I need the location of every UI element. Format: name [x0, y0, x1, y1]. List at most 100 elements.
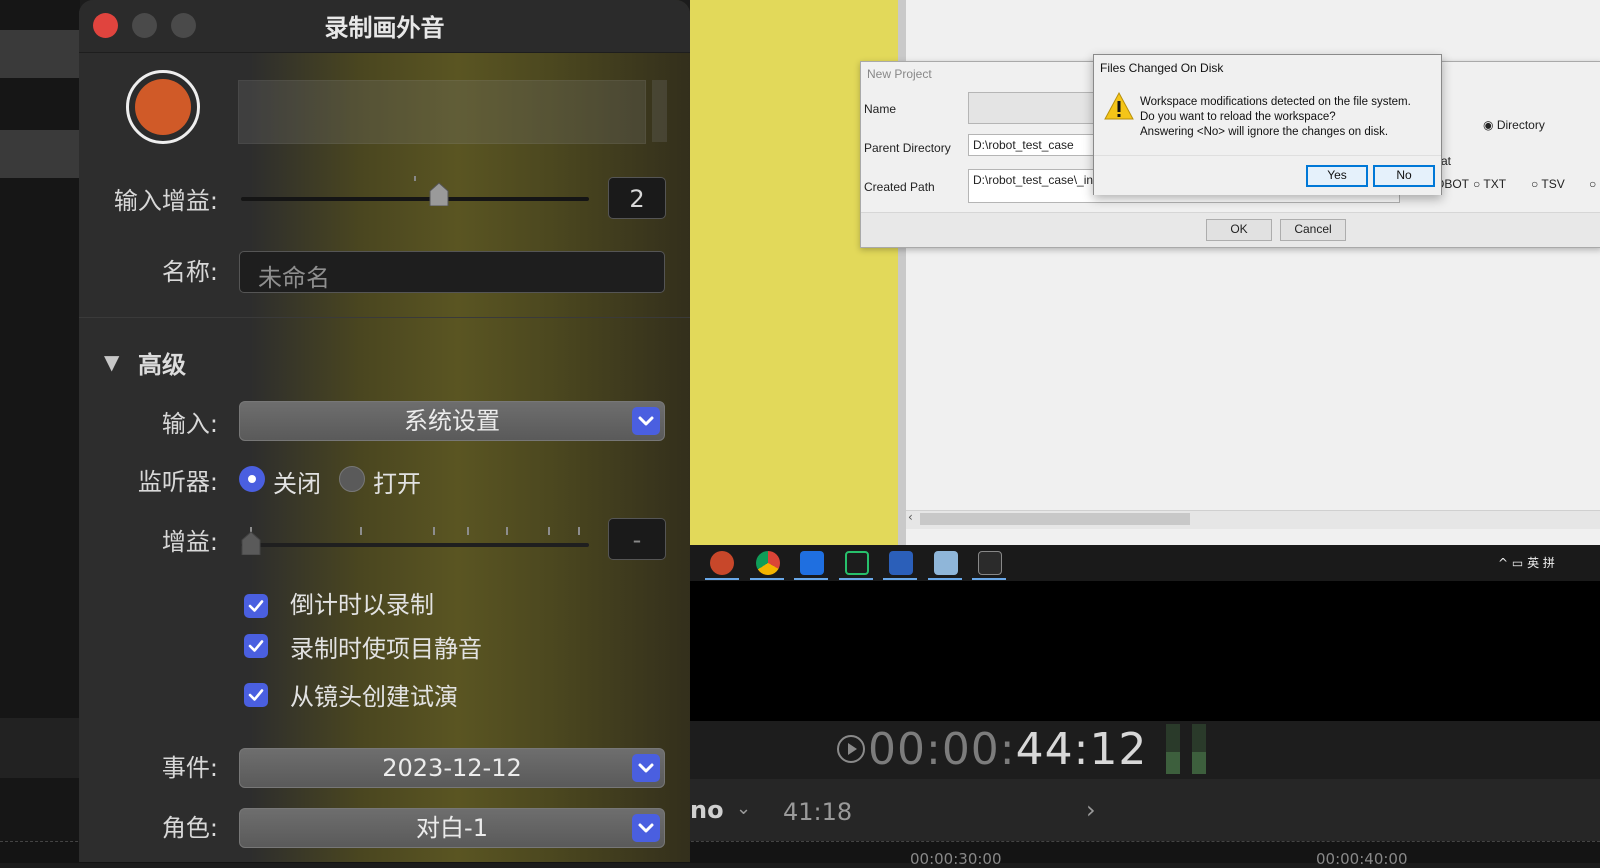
active-indicator	[972, 578, 1006, 580]
slider-knob-disabled	[241, 531, 261, 555]
slider-tick	[506, 527, 508, 535]
chrome-icon[interactable]	[756, 551, 780, 575]
ok-button[interactable]: OK	[1206, 219, 1272, 241]
countdown-checkbox[interactable]	[244, 594, 268, 618]
input-popup[interactable]: 系统设置	[239, 401, 665, 441]
active-indicator	[839, 578, 873, 580]
monitor-off-radio[interactable]	[239, 466, 265, 492]
terminal-icon[interactable]	[978, 551, 1002, 575]
background-sidebar	[0, 0, 80, 862]
create-audition-label[interactable]: 从镜头创建试演	[290, 677, 458, 712]
event-popup[interactable]: 2023-12-12	[239, 748, 665, 788]
notepad-icon[interactable]	[934, 551, 958, 575]
chevron-right-icon[interactable]: ›	[1086, 796, 1096, 824]
role-popup[interactable]: 对白-1	[239, 808, 665, 848]
no-button[interactable]: No	[1373, 165, 1435, 187]
ime-mode-icon[interactable]: 英	[1527, 556, 1539, 570]
gain-label: 增益:	[161, 528, 218, 556]
cancel-button[interactable]: Cancel	[1280, 219, 1346, 241]
active-indicator	[750, 578, 784, 580]
scroll-left-icon[interactable]: ‹	[908, 510, 913, 524]
yes-button[interactable]: Yes	[1306, 165, 1368, 187]
txt-label: TXT	[1483, 177, 1507, 191]
gain-slider[interactable]	[241, 543, 589, 547]
bg-strip	[0, 718, 80, 778]
role-label: 角色:	[161, 814, 218, 842]
create-audition-checkbox[interactable]	[244, 683, 268, 707]
ruler-timecode: 00:00:40:00	[1316, 850, 1408, 868]
windows-taskbar	[690, 545, 1600, 581]
timecode-dim: 00:00:	[868, 724, 1016, 775]
bg-strip	[0, 30, 80, 78]
battery-icon[interactable]: ▭	[1512, 556, 1523, 570]
slider-tick	[467, 527, 469, 535]
ime-mode2-icon[interactable]: 拼	[1543, 556, 1555, 570]
advanced-section-label[interactable]: 高级	[138, 345, 186, 380]
chevron-down-icon	[632, 754, 660, 782]
monitor-off-label[interactable]: 关闭	[273, 464, 321, 499]
ruler-timecode: 00:00:30:00	[910, 850, 1002, 868]
input-gain-slider[interactable]	[241, 197, 589, 201]
parent-directory-field[interactable]: D:\robot_test_case	[968, 134, 1096, 156]
slider-tick	[414, 176, 416, 181]
radio-txt[interactable]: ○ TXT	[1473, 177, 1506, 191]
dialog-title: New Project	[867, 67, 932, 81]
radio-tsv[interactable]: ○ TSV	[1531, 177, 1565, 191]
monitor-label: 监听器:	[137, 468, 218, 496]
message-line: Do you want to reload the workspace?	[1140, 111, 1336, 123]
active-indicator	[705, 578, 739, 580]
event-label: 事件:	[161, 754, 218, 782]
role-popup-value: 对白-1	[416, 814, 488, 842]
audio-meter-right	[1192, 724, 1206, 774]
mute-project-checkbox[interactable]	[244, 634, 268, 658]
word-icon[interactable]	[889, 551, 913, 575]
chevron-down-icon[interactable]: ⌄	[736, 798, 751, 819]
pycharm-icon[interactable]	[845, 551, 869, 575]
project-name[interactable]: no	[690, 796, 724, 824]
radio-directory[interactable]: ◉ Directory	[1483, 118, 1545, 132]
bg-strip	[0, 130, 80, 178]
warning-icon	[1104, 91, 1134, 120]
timecode-display: 00:00:44:12	[868, 724, 1147, 775]
record-icon	[135, 79, 191, 135]
monitor-on-label[interactable]: 打开	[373, 464, 421, 499]
section-divider	[79, 317, 690, 318]
countdown-label[interactable]: 倒计时以录制	[290, 585, 434, 620]
timecode-bright: 44:12	[1015, 724, 1148, 775]
slider-tick	[360, 527, 362, 535]
system-tray: ^ ▭ 英 拼	[1498, 554, 1555, 571]
directory-label: Directory	[1496, 118, 1545, 132]
name-label: 名称:	[161, 258, 218, 286]
gain-value: -	[608, 518, 666, 560]
name-field[interactable]	[968, 92, 1096, 124]
active-indicator	[794, 578, 828, 580]
audio-level-meter	[238, 80, 646, 144]
name-input[interactable]: 未命名	[239, 251, 665, 293]
input-gain-label: 输入增益:	[113, 187, 218, 215]
powerpoint-icon[interactable]	[710, 551, 734, 575]
radio-partial[interactable]: ○	[1589, 177, 1596, 191]
input-label: 输入:	[161, 410, 218, 438]
message-line: Answering <No> will ignore the changes o…	[1140, 126, 1389, 138]
active-indicator	[928, 578, 962, 580]
mute-project-label[interactable]: 录制时使项目静音	[290, 629, 482, 664]
input-popup-value: 系统设置	[404, 407, 500, 435]
chevron-up-icon[interactable]: ^	[1498, 556, 1508, 570]
input-gain-value[interactable]: 2	[608, 177, 666, 219]
tsv-label: TSV	[1541, 177, 1565, 191]
app-icon[interactable]	[800, 551, 824, 575]
dialog-title: Files Changed On Disk	[1100, 61, 1224, 75]
slider-tick	[578, 527, 580, 535]
message-line: Workspace modifications detected on the …	[1140, 96, 1411, 108]
play-icon[interactable]	[836, 734, 866, 764]
monitor-on-radio[interactable]	[339, 466, 365, 492]
panel-title: 录制画外音	[324, 14, 445, 42]
format-label-partial: at	[1441, 154, 1452, 168]
slider-tick	[433, 527, 435, 535]
radio-dot	[248, 475, 256, 483]
disclosure-triangle-icon[interactable]: ▼	[104, 350, 119, 374]
scrollbar-thumb[interactable]	[920, 513, 1190, 525]
slider-knob[interactable]	[428, 182, 450, 206]
chevron-down-icon	[632, 814, 660, 842]
record-button[interactable]	[126, 70, 200, 144]
